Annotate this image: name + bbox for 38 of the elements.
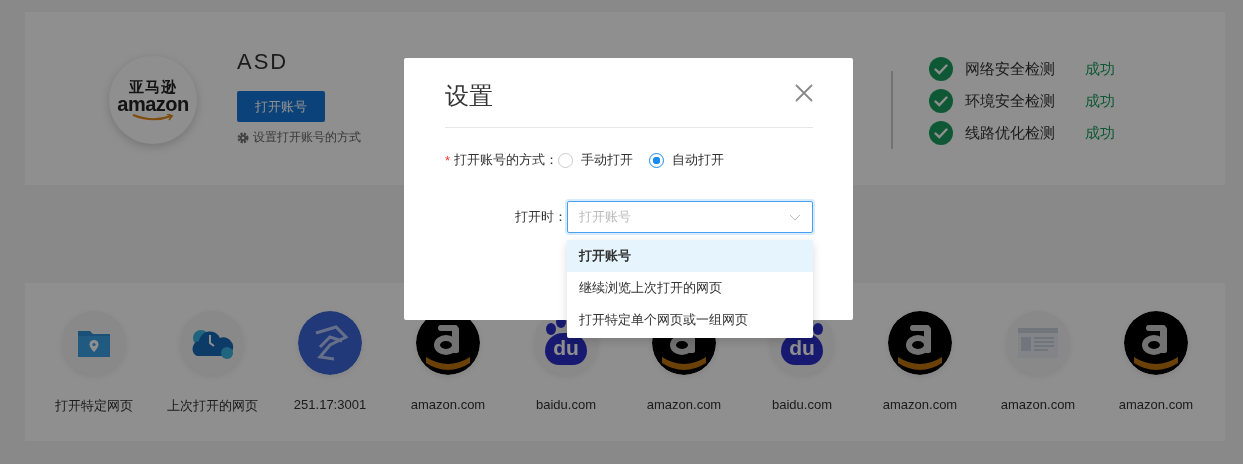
check-status: 成功 [1085,91,1115,111]
amazon-icon [888,311,952,375]
shortcut-label[interactable]: amazon.com [410,397,486,412]
account-name: ASD [237,49,289,75]
radio-button[interactable] [649,152,665,168]
amazon-logo: 亚马逊 amazon [109,56,197,144]
site-logo-icon [298,311,362,375]
check-label: 网络安全检测 [965,59,1056,79]
check-status: 成功 [1085,59,1115,79]
open-account-button[interactable]: 打开账号 [237,91,325,122]
settings-link[interactable]: 设置打开账号的方式 [253,129,361,146]
field-label: 打开账号的方式： [454,151,559,169]
shortcut-label[interactable]: baidu.com [772,397,832,412]
webpage-icon [1018,328,1058,358]
dropdown-option[interactable]: 打开账号 [567,240,813,272]
shortcut-label[interactable]: baidu.com [536,397,596,412]
chevron-down-icon [789,213,801,221]
close-icon[interactable] [795,83,813,102]
field-label: 打开时： [514,208,567,226]
check-label: 线路优化检测 [965,123,1056,143]
gear-icon [237,131,249,144]
shortcut-label[interactable]: amazon.com [1118,397,1194,412]
check-label: 环境安全检测 [965,91,1056,111]
shortcut-label[interactable]: 上次打开的网页 [166,397,258,415]
folder-pin-icon [77,328,111,358]
radio-button[interactable] [558,152,574,168]
shortcut-label[interactable]: amazon.com [882,397,958,412]
shortcut-label[interactable]: 打开特定网页 [55,397,133,415]
dropdown-option[interactable]: 继续浏览上次打开的网页 [567,272,813,304]
radio-label[interactable]: 自动打开 [672,151,725,169]
dialog-title: 设置 [445,80,493,111]
check-status: 成功 [1085,123,1115,143]
amazon-icon [1124,311,1188,375]
radio-label[interactable]: 手动打开 [581,151,634,169]
shortcut-label[interactable]: amazon.com [1000,397,1076,412]
shortcut-label[interactable]: 251.17:3001 [293,397,367,412]
required-mark: * [445,152,451,168]
shortcut-label[interactable]: amazon.com [646,397,722,412]
